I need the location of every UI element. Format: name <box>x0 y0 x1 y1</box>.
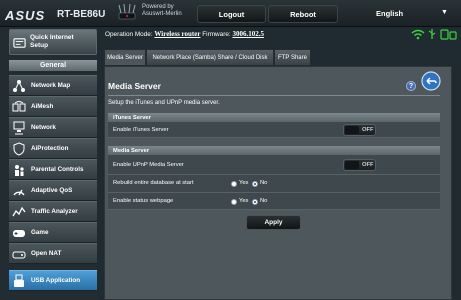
media-server-section-header: Media Server <box>108 146 440 155</box>
toggle-knob <box>345 126 359 134</box>
asus-logo: ASUS <box>5 8 46 23</box>
title-divider <box>108 95 440 96</box>
rebuild-yes-radio[interactable] <box>231 181 237 187</box>
enable-upnp-label: Enable UPnP Media Server <box>113 162 184 168</box>
back-icon[interactable] <box>421 71 441 91</box>
adaptive-qos-icon <box>13 189 25 195</box>
network-icon <box>13 121 25 134</box>
enable-itunes-row: Enable iTunes Server OFF <box>108 122 440 138</box>
sidebar-item-traffic-analyzer[interactable]: Traffic Analyzer <box>9 201 97 222</box>
powered-line-2: Asuswrt-Merlin <box>142 11 182 17</box>
qis-line-2: Setup <box>30 42 49 49</box>
chevron-down-icon[interactable]: ▼ <box>441 9 448 16</box>
rebuild-no-radio[interactable] <box>252 181 258 187</box>
sidebar-item-label: Network <box>31 124 56 131</box>
network-map-icon <box>13 79 25 92</box>
tab-media-server[interactable]: Media Server <box>104 49 146 66</box>
sidebar-item-label: Parental Controls <box>31 166 84 173</box>
status-no-label: No <box>260 198 268 204</box>
language-select[interactable]: English <box>376 9 403 18</box>
rebuild-db-row: Rebuild entire database at start Yes No <box>108 175 440 193</box>
status-no-radio[interactable] <box>252 199 258 205</box>
operation-mode-link[interactable]: Wireless router <box>154 30 200 38</box>
game-icon <box>13 229 25 237</box>
aimesh-icon <box>12 100 26 111</box>
powered-by: Powered by Asuswrt-Merlin <box>142 4 182 18</box>
sidebar-item-label: Network Map <box>31 82 71 89</box>
qis-line-1: Quick Internet <box>30 34 74 41</box>
toggle-knob <box>345 161 359 169</box>
sidebar: Quick Internet Setup General Network Map… <box>0 27 97 300</box>
operation-mode-bar: Operation Mode: Wireless router Firmware… <box>105 30 264 38</box>
router-model: RT-BE86U <box>57 9 106 20</box>
aiprotection-icon <box>13 141 25 156</box>
status-webpage-row: Enable status webpage Yes No <box>108 193 440 210</box>
quick-setup-icon <box>13 37 26 48</box>
usb-status-icon[interactable] <box>428 29 436 39</box>
usb-application-icon <box>14 274 24 287</box>
tab-network-place-share[interactable]: Network Place (Samba) Share / Cloud Disk <box>146 49 274 66</box>
sidebar-item-adaptive-qos[interactable]: Adaptive QoS <box>9 180 97 201</box>
rebuild-yes-label: Yes <box>239 180 249 186</box>
sidebar-item-open-nat[interactable]: Open NAT <box>9 243 97 264</box>
wifi-icon[interactable] <box>411 29 425 40</box>
tab-ftp-share[interactable]: FTP Share <box>274 49 311 66</box>
sidebar-item-game[interactable]: Game <box>9 222 97 243</box>
itunes-section-header: iTunes Server <box>108 113 440 122</box>
enable-upnp-row: Enable UPnP Media Server OFF <box>108 155 440 175</box>
general-section-header: General <box>9 60 97 71</box>
sidebar-item-parental-controls[interactable]: Parental Controls <box>9 159 97 180</box>
firmware-label: Firmware: <box>202 31 231 38</box>
device-status-icon[interactable] <box>440 29 457 40</box>
sidebar-item-network-map[interactable]: Network Map <box>9 75 97 96</box>
status-yes-radio[interactable] <box>231 199 237 205</box>
itunes-toggle[interactable]: OFF <box>343 124 376 136</box>
sidebar-item-label: USB Application <box>31 277 81 284</box>
powered-line-1: Powered by <box>142 4 174 10</box>
toggle-off-label: OFF <box>362 162 374 168</box>
quick-internet-setup-button[interactable]: Quick Internet Setup <box>9 29 97 55</box>
qis-label: Quick Internet Setup <box>30 34 74 50</box>
enable-itunes-label: Enable iTunes Server <box>113 127 169 133</box>
logout-button[interactable]: Logout <box>197 5 266 23</box>
firmware-link[interactable]: 3006.102.5 <box>232 30 264 38</box>
status-webpage-label: Enable status webpage <box>113 198 174 204</box>
sidebar-item-label: Adaptive QoS <box>31 187 73 194</box>
top-header: ASUS RT-BE86U Powered by Asuswrt-Merlin … <box>0 0 461 27</box>
reboot-button[interactable]: Reboot <box>268 5 338 23</box>
sidebar-item-label: Traffic Analyzer <box>31 208 78 215</box>
sidebar-item-label: AiMesh <box>31 103 54 110</box>
sidebar-item-label: Game <box>31 229 49 236</box>
sidebar-item-usb-application[interactable]: USB Application <box>9 270 97 291</box>
router-icon <box>118 3 136 20</box>
sidebar-item-aimesh[interactable]: AiMesh <box>9 96 97 117</box>
toggle-off-label: OFF <box>362 127 374 133</box>
page-title: Media Server <box>108 81 161 91</box>
operation-mode-label: Operation Mode: <box>105 31 153 38</box>
open-nat-icon <box>12 251 26 258</box>
page-description: Setup the iTunes and UPnP media server. <box>108 100 220 106</box>
upnp-toggle[interactable]: OFF <box>343 159 376 171</box>
apply-button[interactable]: Apply <box>246 215 301 230</box>
sidebar-item-aiprotection[interactable]: AiProtection <box>9 138 97 159</box>
traffic-analyzer-icon <box>12 206 26 216</box>
status-icons <box>411 29 457 40</box>
status-yes-label: Yes <box>239 198 249 204</box>
sidebar-item-label: Open NAT <box>31 250 62 257</box>
help-icon[interactable]: ? <box>406 81 416 91</box>
parental-controls-icon <box>15 164 24 176</box>
rebuild-db-label: Rebuild entire database at start <box>113 180 194 186</box>
sidebar-item-network[interactable]: Network <box>9 117 97 138</box>
sidebar-item-label: AiProtection <box>31 145 69 152</box>
rebuild-no-label: No <box>260 180 268 186</box>
